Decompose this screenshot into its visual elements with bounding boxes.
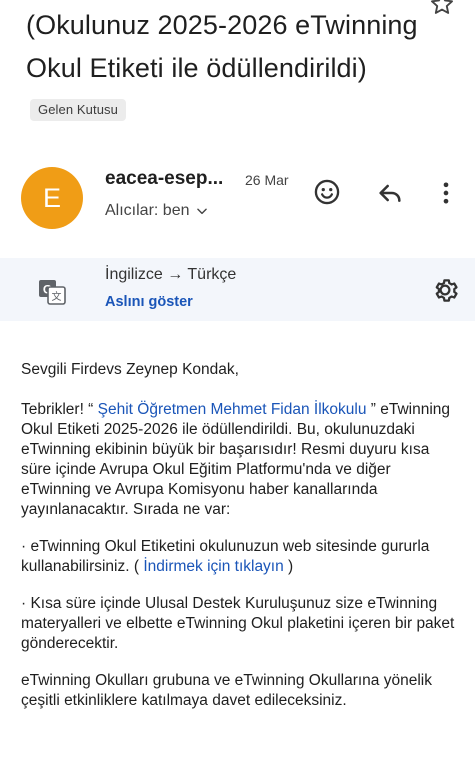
greeting: Sevgili Firdevs Zeynep Kondak, [21,361,239,378]
sender-avatar[interactable]: E [21,167,83,229]
more-vert-icon[interactable] [432,179,460,207]
p2-suffix: ) [283,558,294,575]
download-link[interactable]: İndirmek için tıklayın [143,558,283,575]
email-subject: (Okulunuz 2025-2026 eTwinning Okul Etike… [26,4,446,133]
inbox-label-chip[interactable]: Gelen Kutusu [30,98,126,121]
recipients-toggle[interactable]: Alıcılar: ben [105,202,209,220]
p1-prefix: Tebrikler! “ [21,401,98,418]
translation-bar: G 文 İngilizce → Türkçe Aslını göster [0,258,475,321]
sender-name[interactable]: eacea-esep... [105,168,223,190]
body-paragraph-1: Tebrikler! “ Şehit Öğretmen Mehmet Fidan… [21,400,461,520]
translate-icon: G 文 [39,280,66,305]
body-paragraph-3: · Kısa süre içinde Ulusal Destek Kuruluş… [21,595,455,652]
subject-text: (Okulunuz 2025-2026 eTwinning Okul Etike… [26,10,418,83]
translation-languages: İngilizce → Türkçe [105,266,237,283]
body-paragraph-4: eTwinning Okulları grubuna ve eTwinning … [21,672,432,709]
star-icon[interactable] [428,0,456,18]
p1-suffix: ” eTwinning Okul Etiketi 2025-2026 ile ö… [21,401,451,518]
school-link[interactable]: Şehit Öğretmen Mehmet Fidan İlkokulu [98,401,367,418]
body-paragraph-2: · eTwinning Okul Etiketini okulunuzun we… [21,537,461,577]
email-date: 26 Mar [245,172,289,188]
show-original-link[interactable]: Aslını göster [105,294,193,310]
emoji-icon[interactable] [313,178,341,206]
chevron-down-icon [197,208,208,215]
email-body: Sevgili Firdevs Zeynep Kondak, Tebrikler… [21,360,461,728]
reply-icon[interactable] [376,179,404,207]
recipients-label: Alıcılar: ben [105,202,190,219]
svg-text:文: 文 [52,290,62,303]
gear-icon[interactable] [430,275,460,305]
